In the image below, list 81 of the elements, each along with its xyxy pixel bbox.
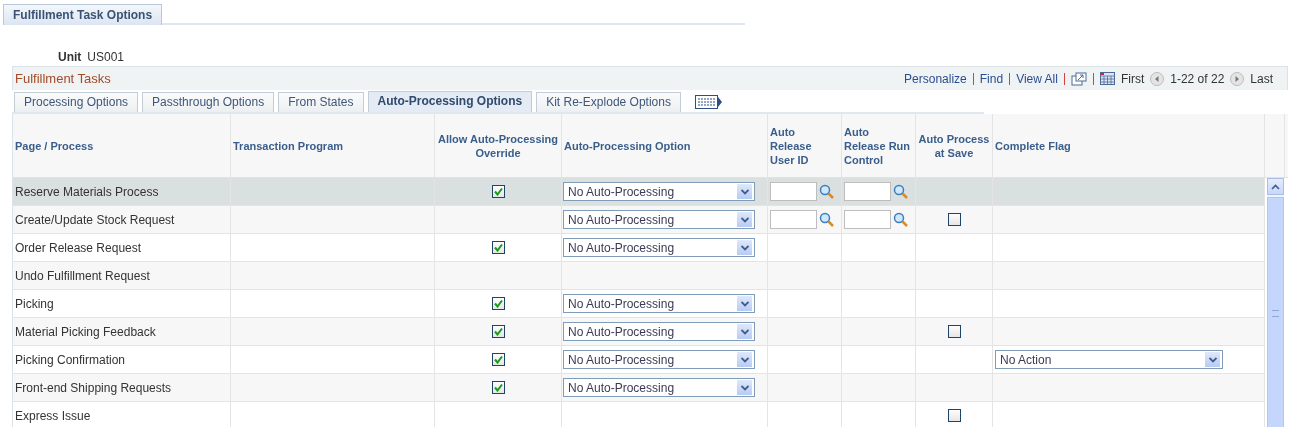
checkbox[interactable] — [491, 297, 505, 310]
process-name: Reserve Materials Process — [14, 184, 159, 199]
table-row[interactable]: Reserve Materials Process No Auto-Processing — [13, 178, 1265, 206]
table-row[interactable]: Picking Confirmation No Auto-Processing No Action — [13, 346, 1265, 374]
table-row[interactable]: Create/Update Stock Request No Auto-Processing — [13, 206, 1265, 234]
column-header: Auto-Processing Option — [562, 114, 768, 177]
grid-title: Fulfillment Tasks — [15, 71, 111, 86]
input-field[interactable] — [770, 182, 817, 201]
process-name: Front-end Shipping Requests — [14, 380, 172, 395]
tab[interactable]: Kit Re-Explode Options — [536, 92, 681, 112]
tab[interactable]: Auto-Processing Options — [367, 91, 533, 112]
search-icon[interactable] — [893, 183, 909, 200]
checkbox[interactable] — [491, 353, 505, 366]
checkbox[interactable] — [947, 325, 961, 338]
column-header: Auto Process at Save — [916, 114, 993, 177]
next-icon[interactable] — [1230, 71, 1245, 86]
tab[interactable]: Passthrough Options — [142, 92, 275, 112]
new-window-icon[interactable] — [1070, 71, 1087, 86]
caret-icon — [740, 328, 749, 335]
toolbar-link[interactable]: Find — [979, 71, 1004, 86]
column-header: Page / Process — [13, 114, 231, 177]
column-header: Auto Release Run Control — [842, 114, 916, 177]
toolbar-link[interactable]: View All — [1016, 71, 1058, 86]
caret-icon — [740, 356, 749, 363]
dropdown[interactable]: No Auto-Processing — [563, 182, 755, 201]
process-name: Undo Fulfillment Request — [14, 268, 150, 283]
dropdown[interactable]: No Auto-Processing — [563, 322, 755, 341]
caret-icon — [740, 244, 749, 251]
checkbox[interactable] — [491, 325, 505, 338]
column-header: Allow Auto-Processing Override — [435, 114, 562, 177]
process-name: Express Issue — [14, 408, 91, 423]
tab[interactable]: From States — [278, 92, 364, 112]
caret-icon — [740, 384, 749, 391]
process-name: Create/Update Stock Request — [14, 212, 175, 227]
pager-first: First — [1120, 71, 1145, 86]
table-row[interactable]: Undo Fulfillment Request — [13, 262, 1265, 290]
search-icon[interactable] — [819, 211, 835, 228]
checkbox[interactable] — [491, 185, 505, 198]
process-name: Order Release Request — [14, 240, 142, 255]
input-field[interactable] — [844, 210, 891, 229]
caret-icon — [740, 300, 749, 307]
column-header: Complete Flag — [993, 114, 1265, 177]
tab[interactable]: Processing Options — [14, 92, 139, 112]
scroll-up-icon[interactable] — [1271, 183, 1280, 190]
table-row[interactable]: Material Picking Feedback No Auto-Processing — [13, 318, 1265, 346]
checkbox[interactable] — [947, 409, 961, 422]
table-row[interactable]: Express Issue — [13, 402, 1265, 427]
caret-icon — [740, 216, 749, 223]
page-tab[interactable]: Fulfillment Task Options — [3, 4, 163, 25]
checkbox[interactable] — [491, 241, 505, 254]
column-header: Transaction Program — [231, 114, 435, 177]
process-name: Material Picking Feedback — [14, 324, 156, 339]
checkbox[interactable] — [491, 381, 505, 394]
table-row[interactable]: Front-end Shipping Requests No Auto-Processing — [13, 374, 1265, 402]
dropdown[interactable]: No Auto-Processing — [563, 238, 755, 257]
dropdown[interactable]: No Auto-Processing — [563, 350, 755, 369]
process-name: Picking — [14, 296, 54, 311]
column-header: Auto Release User ID — [768, 114, 842, 177]
caret-icon — [1208, 356, 1217, 363]
scrollbar[interactable] — [1267, 178, 1284, 427]
input-field[interactable] — [770, 210, 817, 229]
show-all-columns-icon[interactable] — [694, 95, 723, 109]
checkbox[interactable] — [947, 213, 961, 226]
pager-last: Last — [1250, 71, 1273, 86]
search-icon[interactable] — [893, 211, 909, 228]
input-field[interactable] — [844, 182, 891, 201]
dropdown[interactable]: No Auto-Processing — [563, 210, 755, 229]
process-name: Picking Confirmation — [14, 352, 126, 367]
table-row[interactable]: Order Release Request No Auto-Processing — [13, 234, 1265, 262]
dropdown[interactable]: No Action — [995, 350, 1223, 369]
caret-icon — [740, 188, 749, 195]
dropdown[interactable]: No Auto-Processing — [563, 378, 755, 397]
pager-range: 1-22 of 22 — [1170, 71, 1225, 86]
table-row[interactable]: Picking No Auto-Processing — [13, 290, 1265, 318]
previous-icon[interactable] — [1150, 71, 1165, 86]
toolbar-link[interactable]: Personalize — [904, 71, 967, 86]
unit-value: US001 — [87, 50, 125, 65]
search-icon[interactable] — [819, 183, 835, 200]
dropdown[interactable]: No Auto-Processing — [563, 294, 755, 313]
unit-label: Unit — [58, 50, 82, 65]
spreadsheet-icon[interactable] — [1099, 71, 1115, 86]
